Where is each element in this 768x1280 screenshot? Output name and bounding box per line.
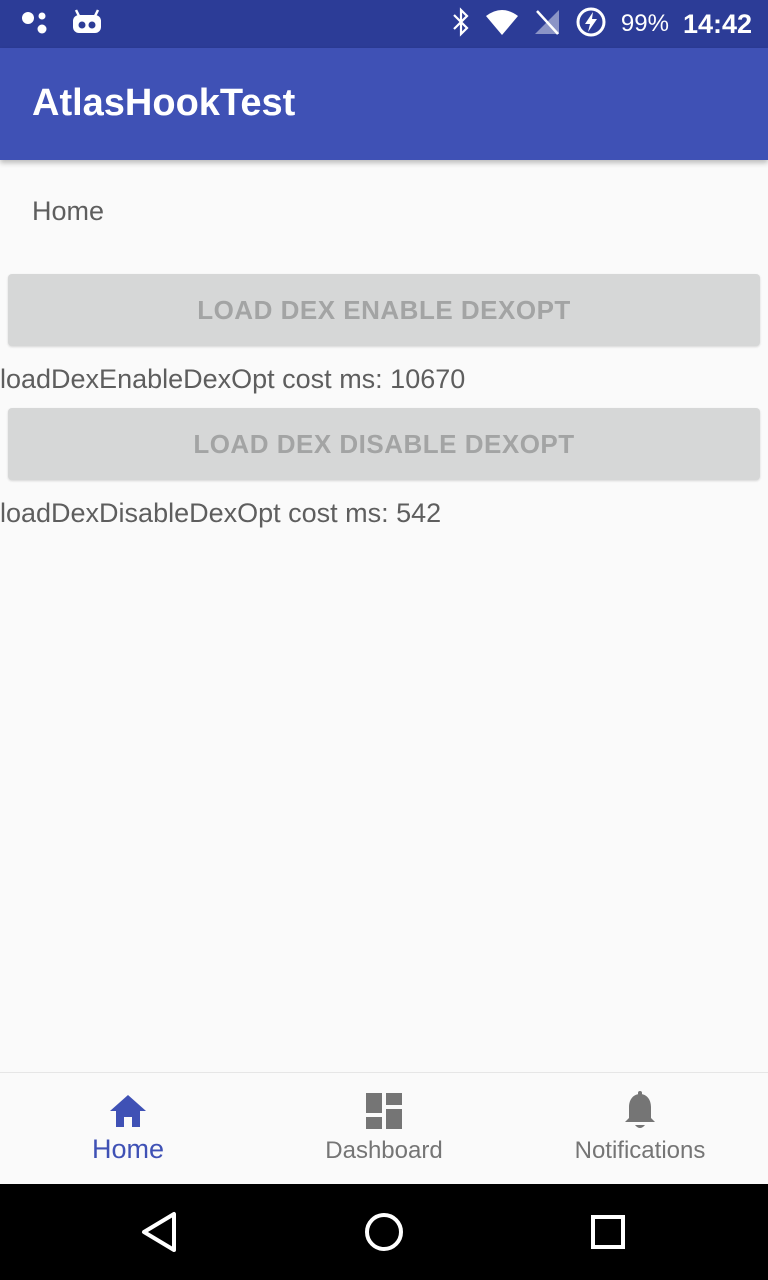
assistant-dots-icon: [20, 8, 50, 41]
back-icon[interactable]: [136, 1208, 184, 1256]
system-navigation-bar: [0, 1184, 768, 1280]
clock: 14:42: [682, 8, 752, 39]
app-bar: AtlasHookTest: [0, 48, 768, 160]
bluetooth-icon: [451, 6, 471, 42]
nav-label-home: Home: [91, 1134, 165, 1164]
no-signal-icon: [533, 8, 561, 41]
home-icon: [108, 1091, 148, 1131]
dashboard-icon: [365, 1091, 403, 1131]
load-dex-enable-dexopt-button[interactable]: LOAD DEX ENABLE DEXOPT: [8, 274, 760, 346]
load-dex-disable-dexopt-button[interactable]: LOAD DEX DISABLE DEXOPT: [8, 408, 760, 480]
bell-icon: [622, 1091, 658, 1131]
android-robot-icon: [72, 8, 102, 40]
app-title: AtlasHookTest: [32, 82, 296, 124]
status-bar: 99% 14:42: [0, 0, 768, 48]
recents-icon[interactable]: [584, 1208, 632, 1256]
section-title: Home: [32, 196, 105, 226]
enable-dexopt-result: loadDexEnableDexOpt cost ms: 10670: [0, 364, 466, 394]
nav-item-dashboard[interactable]: Dashboard: [256, 1073, 512, 1185]
nav-label-notifications: Notifications: [574, 1137, 706, 1164]
disable-dexopt-result: loadDexDisableDexOpt cost ms: 542: [0, 498, 442, 528]
battery-charging-icon: [575, 6, 607, 43]
bottom-navigation: Home Dashboard Notifications: [0, 1072, 768, 1185]
nav-item-home[interactable]: Home: [0, 1073, 256, 1185]
nav-item-notifications[interactable]: Notifications: [512, 1073, 768, 1185]
nav-label-dashboard: Dashboard: [325, 1137, 443, 1164]
battery-percent: 99%: [620, 10, 669, 37]
home-circle-icon[interactable]: [360, 1208, 408, 1256]
wifi-icon: [485, 8, 519, 41]
